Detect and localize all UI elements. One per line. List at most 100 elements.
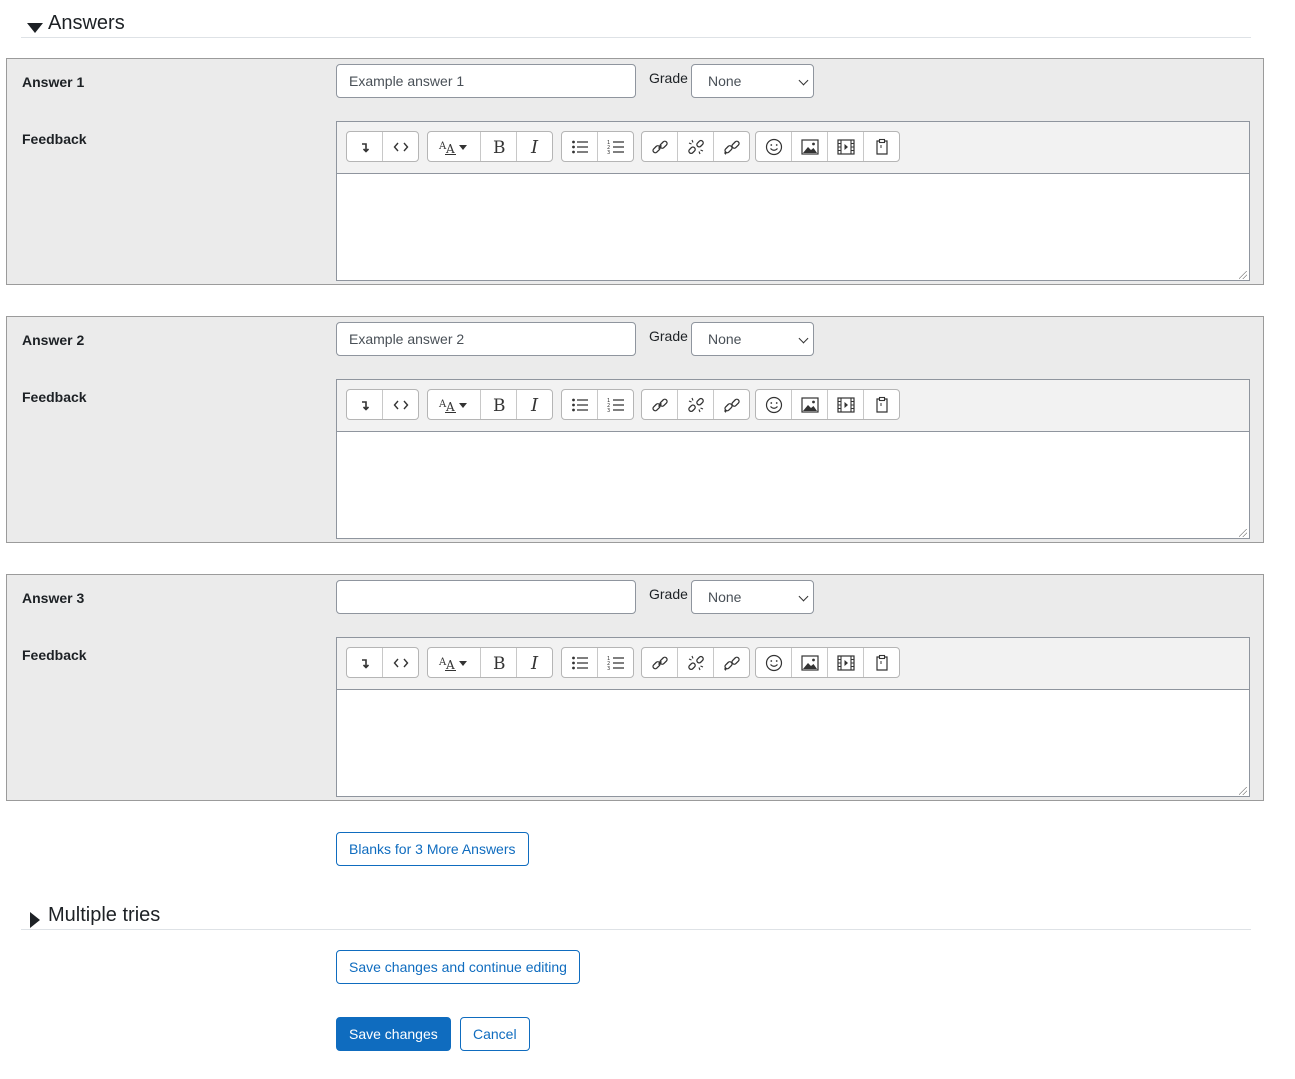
grade-label: Grade (649, 586, 688, 602)
feedback-textarea[interactable] (337, 174, 1249, 281)
font-style-button[interactable]: AA (428, 648, 481, 677)
cancel-button[interactable]: Cancel (460, 1017, 530, 1051)
italic-button[interactable]: I (517, 132, 552, 161)
collapse-button[interactable] (347, 648, 383, 677)
toolbar-group: AA B I (427, 131, 553, 162)
font-style-icon: AA (437, 138, 471, 156)
auto-link-icon (723, 654, 741, 672)
resize-handle-icon[interactable] (1239, 787, 1247, 795)
image-icon (800, 654, 819, 671)
bold-button[interactable]: B (481, 648, 517, 677)
toolbar-group: 123 (561, 389, 634, 420)
svg-text:I: I (530, 396, 539, 414)
media-button[interactable] (828, 648, 864, 677)
grade-label: Grade (649, 70, 688, 86)
collapse-button[interactable] (347, 132, 383, 161)
link-icon (651, 396, 669, 414)
svg-text:I: I (530, 138, 539, 156)
html-button[interactable] (383, 390, 418, 419)
link-icon (651, 654, 669, 672)
link-icon (651, 138, 669, 156)
image-button[interactable] (792, 648, 828, 677)
image-button[interactable] (792, 132, 828, 161)
answer-input[interactable] (336, 580, 636, 614)
unlink-button[interactable] (678, 390, 714, 419)
answers-section-header[interactable]: Answers (21, 8, 1251, 38)
emoji-button[interactable] (756, 648, 792, 677)
font-style-button[interactable]: AA (428, 132, 481, 161)
media-button[interactable] (828, 132, 864, 161)
resize-handle-icon[interactable] (1239, 529, 1247, 537)
link-button[interactable] (642, 390, 678, 419)
bold-icon: B (491, 138, 507, 156)
answer-panel-1: Answer 1 Grade None Feedback AA B I 123 (6, 58, 1264, 285)
collapse-triangle-icon[interactable] (27, 23, 43, 33)
resize-handle-icon[interactable] (1239, 271, 1247, 279)
italic-button[interactable]: I (517, 390, 552, 419)
emoji-icon (765, 138, 783, 156)
italic-button[interactable]: I (517, 648, 552, 677)
chevron-down-icon (798, 591, 809, 602)
blanks-more-answers-button[interactable]: Blanks for 3 More Answers (336, 832, 529, 866)
bullet-list-button[interactable] (562, 132, 598, 161)
answer-input[interactable] (336, 64, 636, 98)
numbered-list-button[interactable]: 123 (598, 648, 633, 677)
feedback-label: Feedback (22, 131, 87, 147)
bold-button[interactable]: B (481, 132, 517, 161)
unlink-button[interactable] (678, 648, 714, 677)
bold-button[interactable]: B (481, 390, 517, 419)
svg-text:3: 3 (607, 150, 610, 155)
collapse-button[interactable] (347, 390, 383, 419)
paste-button[interactable] (864, 132, 899, 161)
html-button[interactable] (383, 648, 418, 677)
link-button[interactable] (642, 132, 678, 161)
grade-select[interactable]: None (691, 322, 814, 356)
italic-icon: I (528, 396, 542, 414)
bullet-list-icon (571, 655, 589, 671)
paste-button[interactable] (864, 390, 899, 419)
collapse-icon (358, 398, 372, 412)
feedback-textarea[interactable] (337, 690, 1249, 797)
multiple-tries-section-header[interactable]: Multiple tries (21, 900, 1251, 930)
bullet-list-button[interactable] (562, 648, 598, 677)
bold-icon: B (491, 654, 507, 672)
grade-select[interactable]: None (691, 64, 814, 98)
answer-panel-2: Answer 2 Grade None Feedback AA B I 123 (6, 316, 1264, 543)
svg-text:3: 3 (607, 666, 610, 671)
section-title: Multiple tries (48, 904, 161, 926)
toolbar-group (346, 131, 419, 162)
auto-link-button[interactable] (714, 132, 749, 161)
html-button[interactable] (383, 132, 418, 161)
font-style-button[interactable]: AA (428, 390, 481, 419)
feedback-textarea[interactable] (337, 432, 1249, 539)
save-continue-button[interactable]: Save changes and continue editing (336, 950, 580, 984)
numbered-list-button[interactable]: 123 (598, 132, 633, 161)
auto-link-button[interactable] (714, 648, 749, 677)
answer-label: Answer 2 (22, 332, 85, 348)
editor-toolbar: AA B I 123 (337, 380, 1249, 432)
image-button[interactable] (792, 390, 828, 419)
toolbar-group (641, 647, 750, 678)
toolbar-group (641, 131, 750, 162)
numbered-list-button[interactable]: 123 (598, 390, 633, 419)
grade-select[interactable]: None (691, 580, 814, 614)
image-icon (800, 138, 819, 155)
paste-button[interactable] (864, 648, 899, 677)
unlink-button[interactable] (678, 132, 714, 161)
svg-text:A: A (445, 658, 455, 672)
paste-icon (874, 396, 890, 414)
numbered-list-icon: 123 (607, 655, 625, 671)
answer-panel-3: Answer 3 Grade None Feedback A A B I 1 2 3 (6, 574, 1264, 801)
media-button[interactable] (828, 390, 864, 419)
auto-link-button[interactable] (714, 390, 749, 419)
bullet-list-button[interactable] (562, 390, 598, 419)
link-button[interactable] (642, 648, 678, 677)
emoji-button[interactable] (756, 132, 792, 161)
bold-icon: B (491, 396, 507, 414)
answer-input[interactable] (336, 322, 636, 356)
expand-triangle-icon[interactable] (30, 912, 40, 928)
save-button[interactable]: Save changes (336, 1017, 451, 1051)
emoji-button[interactable] (756, 390, 792, 419)
html-icon (393, 656, 409, 670)
editor-toolbar: AA B I 123 (337, 122, 1249, 174)
